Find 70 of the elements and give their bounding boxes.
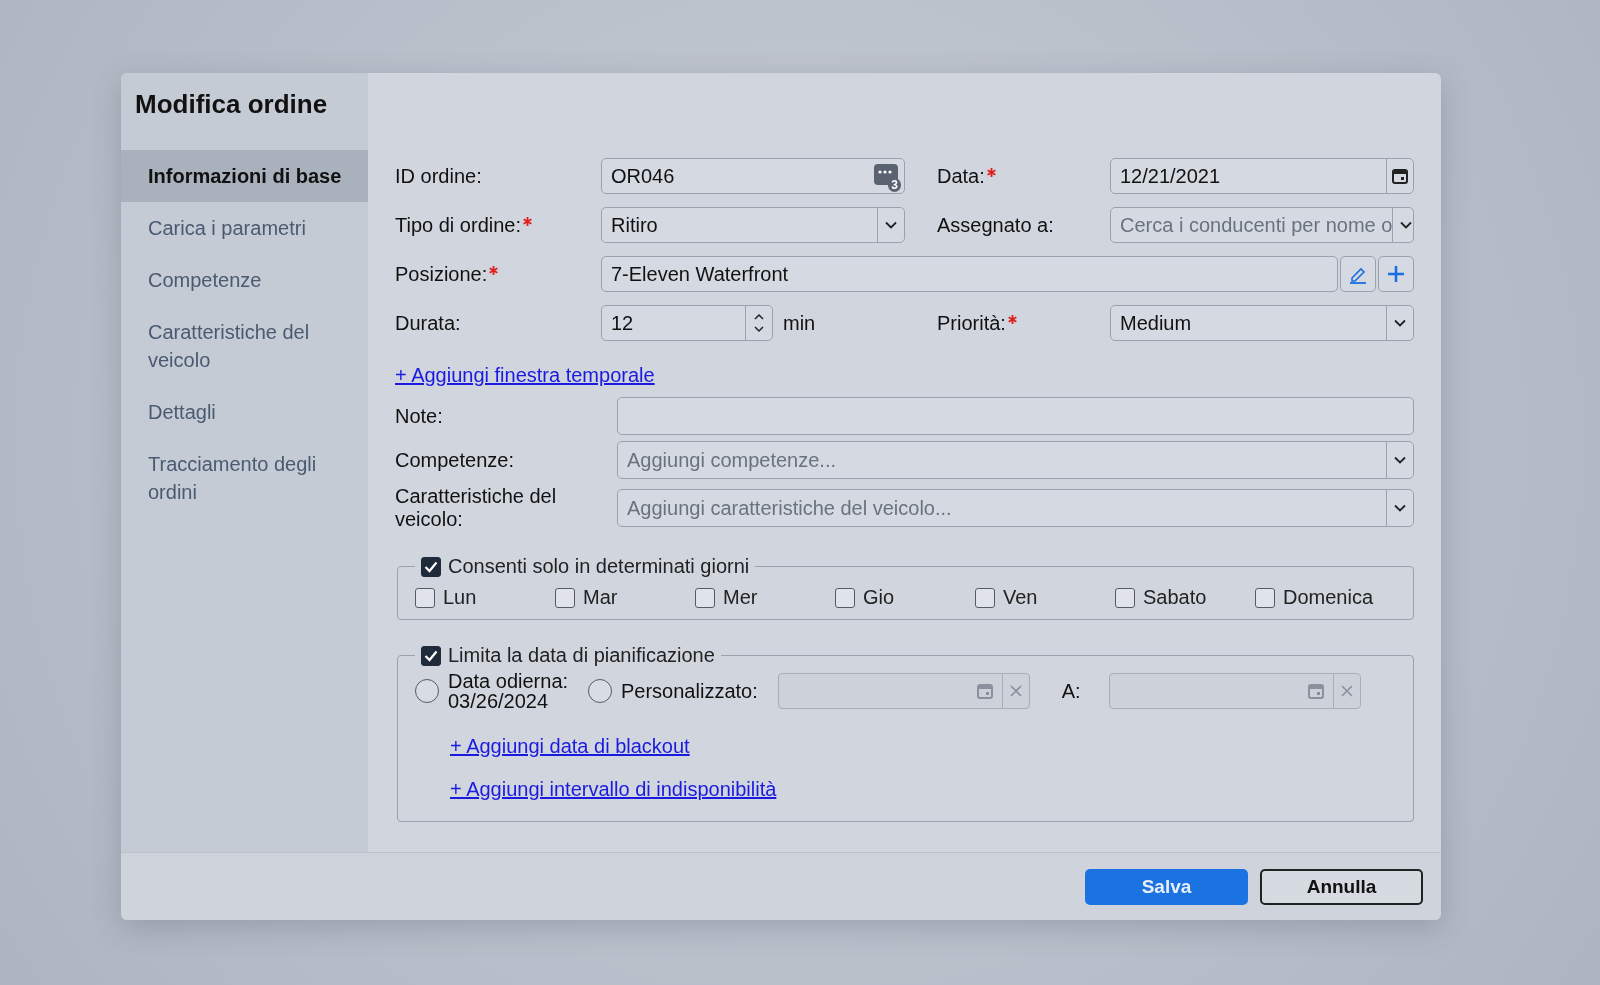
day-label: Sabato [1143, 586, 1207, 609]
option-label: Personalizzato: [621, 681, 758, 701]
field-label: Caratteristiche del veicolo: [395, 485, 558, 531]
sidebar-item[interactable]: Tracciamento degli ordini [121, 438, 368, 518]
add-button[interactable] [1378, 256, 1414, 292]
field-label: ID ordine: [395, 164, 483, 188]
chevron-down-icon [1394, 319, 1406, 327]
sidebar-item[interactable]: Dettagli [121, 386, 368, 438]
duration-field[interactable]: 12 [601, 305, 773, 341]
field-label: Priorità: [937, 311, 1110, 335]
to-label: A: [1061, 679, 1081, 703]
order-id-field[interactable]: OR046 3 [601, 158, 905, 194]
day-label: Ven [1003, 586, 1038, 609]
option-label: Data odierna: 03/26/2024 [448, 671, 570, 711]
date-from-field[interactable] [777, 673, 1030, 709]
calendar-icon [1306, 682, 1325, 700]
note-field[interactable] [617, 397, 1414, 435]
calendar-icon [1391, 167, 1409, 185]
chevron-down-icon [1400, 221, 1413, 229]
select-field[interactable]: Aggiungi caratteristiche del veicolo... [617, 489, 1414, 527]
sidebar-item[interactable]: Competenze [121, 254, 368, 306]
checkbox[interactable] [421, 556, 441, 577]
edit-button[interactable] [1340, 256, 1376, 292]
checkbox[interactable] [1115, 587, 1135, 608]
field-label: Assegnato a: [937, 213, 1055, 237]
field-label: Tipo di ordine: [395, 213, 601, 237]
add-time-window-link[interactable]: + Aggiungi finestra temporale [395, 364, 655, 387]
section-label: Limita la data di pianificazione [448, 644, 715, 667]
save-button[interactable]: Salva [1085, 868, 1248, 905]
chevron-down-icon [1394, 456, 1406, 464]
add-link[interactable]: + Aggiungi intervallo di indisponibilità [450, 778, 777, 801]
select-field[interactable]: Ritiro [601, 207, 905, 243]
checkbox[interactable] [695, 587, 715, 608]
select-field[interactable]: Cerca i conducenti per nome o [1110, 207, 1414, 243]
location-field[interactable]: 7-Eleven Waterfront [601, 256, 1338, 292]
chevron-down-icon [1394, 504, 1406, 512]
cancel-button[interactable]: Annulla [1260, 868, 1423, 905]
add-link[interactable]: + Aggiungi data di blackout [450, 735, 690, 758]
day-label: Mar [583, 586, 618, 609]
select-field[interactable]: Medium [1110, 305, 1414, 341]
field-label: Data: [937, 164, 1110, 188]
day-label: Mer [723, 586, 758, 609]
checkbox[interactable] [415, 587, 435, 608]
checkbox[interactable] [1255, 587, 1275, 608]
sidebar-item[interactable]: Informazioni di base [121, 150, 368, 202]
dialog-title: Modifica ordine [135, 89, 329, 120]
day-label: Domenica [1283, 586, 1374, 609]
field-label: Posizione: [395, 262, 601, 286]
day-label: Gio [863, 586, 895, 609]
sidebar-item[interactable]: Carica i parametri [121, 202, 368, 254]
checkbox[interactable] [421, 645, 441, 666]
unit-label: min [783, 311, 816, 335]
field-label: Durata: [395, 311, 462, 335]
checkbox[interactable] [835, 587, 855, 608]
radio-button[interactable] [415, 679, 439, 703]
field-label: Competenze: [395, 448, 515, 472]
checkbox[interactable] [975, 587, 995, 608]
field-label: Note: [395, 404, 444, 428]
day-label: Lun [443, 586, 477, 609]
checkbox[interactable] [555, 587, 575, 608]
sidebar-item[interactable]: Caratteristiche del veicolo [121, 306, 368, 386]
select-field[interactable]: Aggiungi competenze... [617, 441, 1414, 479]
date-to-field[interactable] [1108, 673, 1361, 709]
calendar-icon [975, 682, 994, 700]
section-label: Consenti solo in determinati giorni [448, 555, 750, 578]
date-field[interactable]: 12/21/2021 [1110, 158, 1414, 194]
plus-icon [1387, 265, 1405, 283]
count-badge: 3 [888, 178, 901, 192]
radio-button[interactable] [588, 679, 612, 703]
chevron-down-icon [885, 221, 897, 229]
